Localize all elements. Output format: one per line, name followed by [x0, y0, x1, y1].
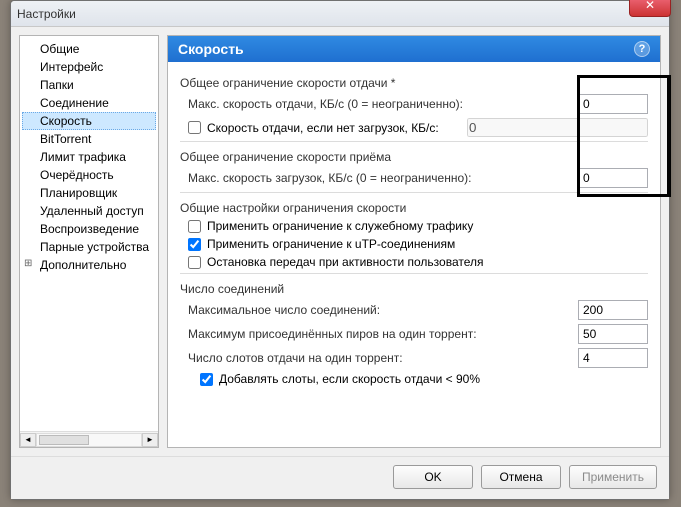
sidebar-item-traffic-limit[interactable]: Лимит трафика	[22, 148, 156, 166]
input-max-upload[interactable]	[578, 94, 648, 114]
apply-button[interactable]: Применить	[569, 465, 657, 489]
label-upload-slots: Число слотов отдачи на один торрент:	[188, 351, 578, 365]
sidebar-item-connection[interactable]: Соединение	[22, 94, 156, 112]
checkbox-stop-on-activity[interactable]	[188, 256, 201, 269]
settings-panel: Скорость ? Общее ограничение скорости от…	[167, 35, 661, 448]
group-common-limits: Общие настройки ограничения скорости	[180, 201, 648, 215]
dialog-footer: OK Отмена Применить	[11, 456, 669, 499]
sidebar-item-folders[interactable]: Папки	[22, 76, 156, 94]
sidebar-item-remote[interactable]: Удаленный доступ	[22, 202, 156, 220]
help-icon[interactable]: ?	[634, 41, 650, 57]
checkbox-apply-overhead[interactable]	[188, 220, 201, 233]
input-upload-slots[interactable]	[578, 348, 648, 368]
label-max-upload: Макс. скорость отдачи, КБ/с (0 = неогран…	[188, 97, 578, 111]
label-max-peers: Максимум присоединённых пиров на один то…	[188, 327, 578, 341]
input-max-connections[interactable]	[578, 300, 648, 320]
checkbox-add-slots[interactable]	[200, 373, 213, 386]
label-max-connections: Максимальное число соединений:	[188, 303, 578, 317]
sidebar-item-interface[interactable]: Интерфейс	[22, 58, 156, 76]
checkbox-apply-utp[interactable]	[188, 238, 201, 251]
sidebar-item-queue[interactable]: Очерёдность	[22, 166, 156, 184]
input-max-peers[interactable]	[578, 324, 648, 344]
category-tree: Общие Интерфейс Папки Соединение Скорост…	[20, 36, 158, 431]
input-max-download[interactable]	[578, 168, 648, 188]
titlebar: Настройки ✕	[11, 1, 669, 27]
sidebar-item-playback[interactable]: Воспроизведение	[22, 220, 156, 238]
category-sidebar: Общие Интерфейс Папки Соединение Скорост…	[19, 35, 159, 448]
sidebar-item-bittorrent[interactable]: BitTorrent	[22, 130, 156, 148]
label-apply-utp: Применить ограничение к uTP-соединениям	[207, 237, 455, 251]
group-upload-limit: Общее ограничение скорости отдачи *	[180, 76, 648, 90]
label-max-download: Макс. скорость загрузок, КБ/с (0 = неогр…	[188, 171, 578, 185]
panel-header: Скорость ?	[168, 36, 660, 62]
scroll-right-icon[interactable]: ►	[142, 433, 158, 447]
scroll-left-icon[interactable]: ◄	[20, 433, 36, 447]
cancel-button[interactable]: Отмена	[481, 465, 561, 489]
sidebar-item-paired-devices[interactable]: Парные устройства	[22, 238, 156, 256]
panel-title: Скорость	[178, 41, 244, 57]
close-button[interactable]: ✕	[629, 0, 671, 17]
sidebar-horizontal-scrollbar[interactable]: ◄ ►	[20, 431, 158, 447]
group-download-limit: Общее ограничение скорости приёма	[180, 150, 648, 164]
sidebar-item-scheduler[interactable]: Планировщик	[22, 184, 156, 202]
label-apply-overhead: Применить ограничение к служебному трафи…	[207, 219, 473, 233]
input-alt-upload	[467, 118, 648, 137]
window-title: Настройки	[17, 7, 76, 21]
label-stop-on-activity: Остановка передач при активности пользов…	[207, 255, 484, 269]
ok-button[interactable]: OK	[393, 465, 473, 489]
group-connections: Число соединений	[180, 282, 648, 296]
scrollbar-thumb[interactable]	[39, 435, 89, 445]
sidebar-item-advanced[interactable]: Дополнительно	[22, 256, 156, 274]
checkbox-alt-upload[interactable]	[188, 121, 201, 134]
label-add-slots: Добавлять слоты, если скорость отдачи < …	[219, 372, 480, 386]
sidebar-item-speed[interactable]: Скорость	[22, 112, 156, 130]
settings-window: Настройки ✕ Общие Интерфейс Папки Соедин…	[10, 0, 670, 500]
sidebar-item-general[interactable]: Общие	[22, 40, 156, 58]
label-alt-upload: Скорость отдачи, если нет загрузок, КБ/с…	[207, 121, 461, 135]
